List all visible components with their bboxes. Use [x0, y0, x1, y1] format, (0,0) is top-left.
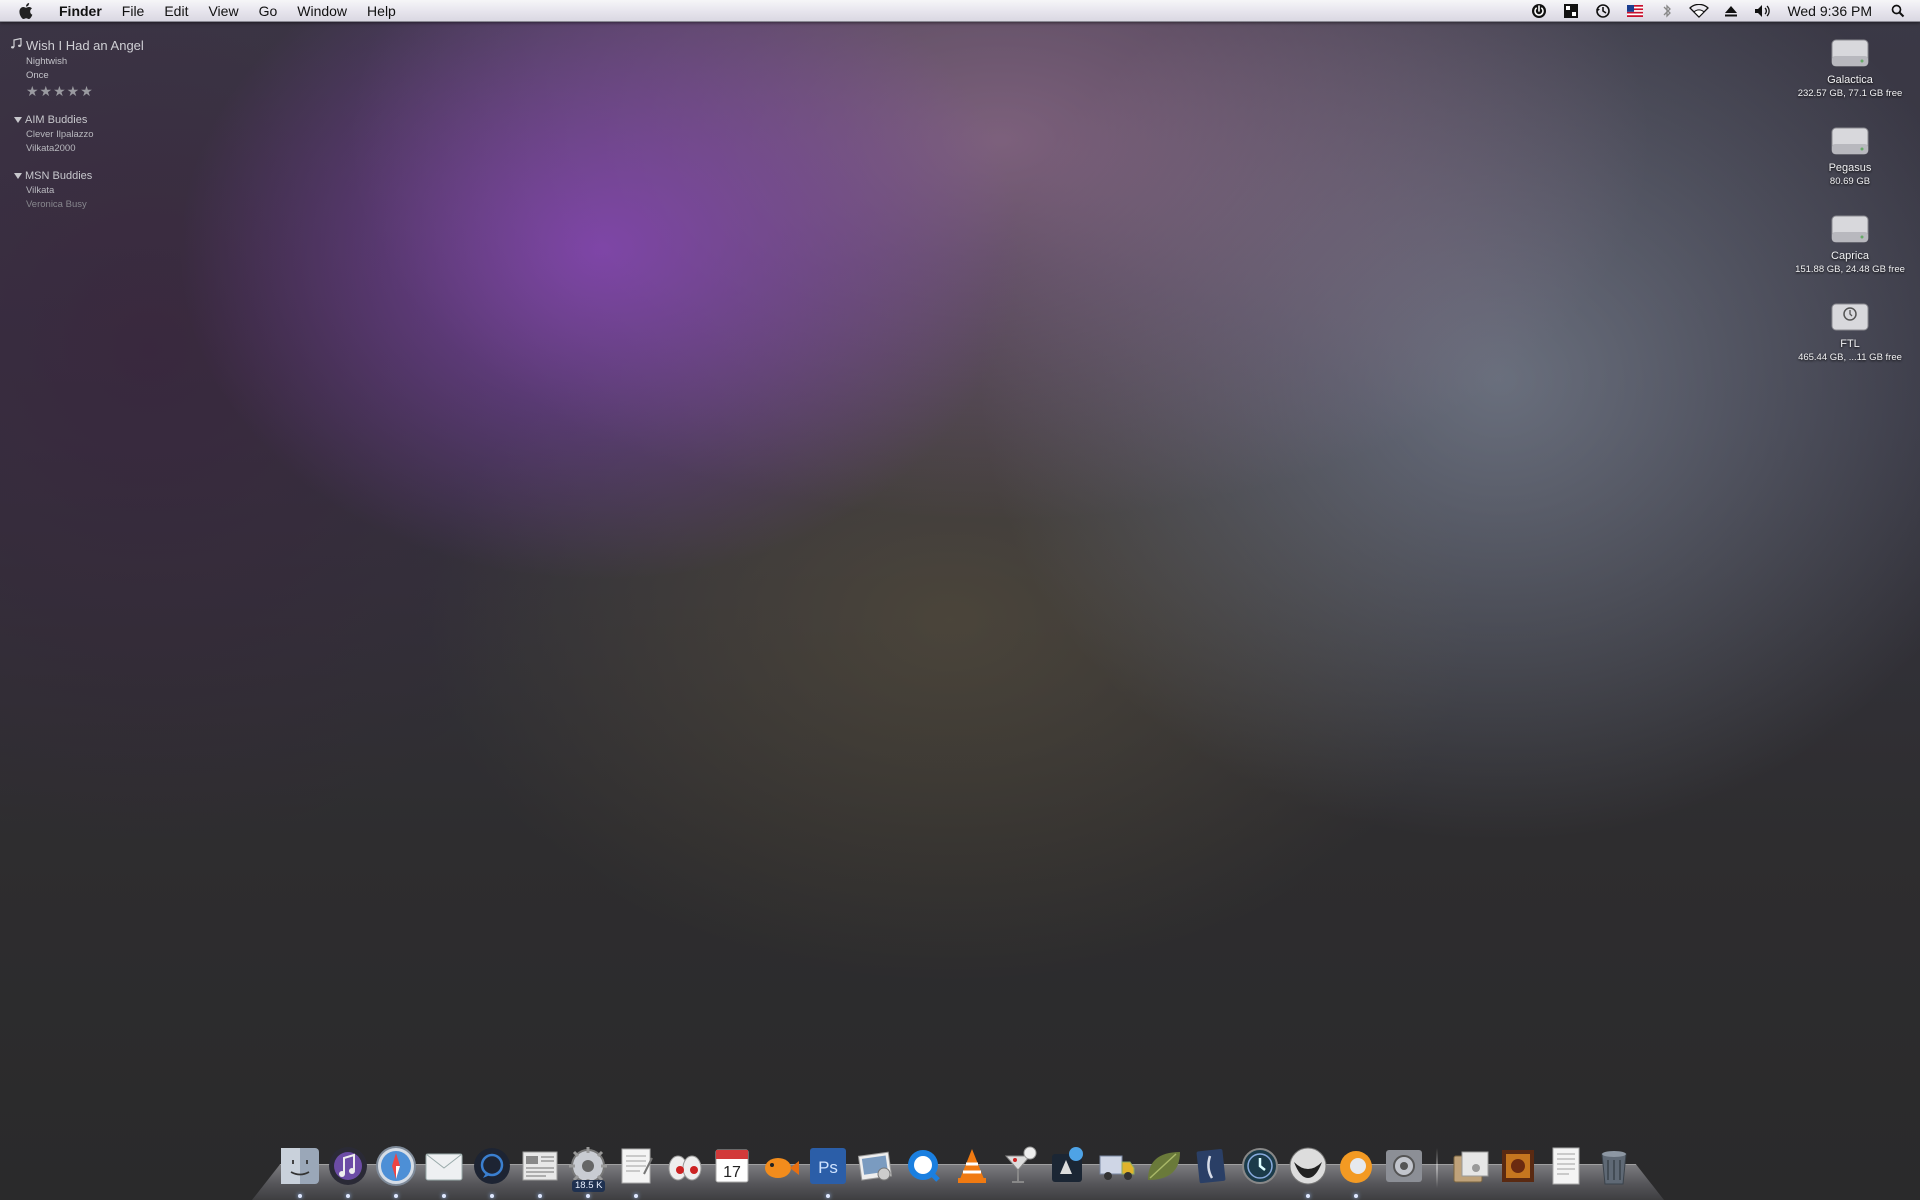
finder-icon[interactable] — [278, 1144, 322, 1198]
running-indicator — [394, 1194, 398, 1198]
downloads-stack-icon[interactable] — [1496, 1144, 1540, 1188]
disclosure-triangle-icon[interactable] — [14, 173, 22, 179]
buddy-item[interactable]: Clever Ilpalazzo — [26, 129, 94, 140]
textedit-icon[interactable] — [614, 1144, 658, 1198]
buddy-item[interactable]: Veronica Busy — [26, 199, 92, 210]
applications-stack-icon[interactable] — [1448, 1144, 1492, 1188]
hard-drive-icon[interactable] — [1829, 124, 1871, 160]
power-icon[interactable] — [1529, 2, 1549, 20]
ical-icon[interactable]: 17 — [710, 1144, 754, 1188]
drive-galactica[interactable]: Galactica 232.57 GB, 77.1 GB free — [1790, 36, 1910, 99]
track-title: Wish I Had an Angel — [26, 38, 144, 53]
drive-pegasus[interactable]: Pegasus 80.69 GB — [1790, 124, 1910, 187]
photoshop-icon[interactable]: Ps — [806, 1144, 850, 1198]
msn-group-header[interactable]: MSN Buddies — [14, 170, 92, 182]
safari-icon[interactable] — [374, 1144, 418, 1198]
bluetooth-icon[interactable] — [1657, 2, 1677, 20]
system-preferences-icon[interactable] — [1382, 1144, 1426, 1188]
drive-name: Pegasus — [1828, 162, 1872, 174]
msn-group-label: MSN Buddies — [25, 170, 93, 182]
running-indicator — [1306, 1194, 1310, 1198]
iphoto-icon[interactable] — [854, 1144, 898, 1188]
drive-info: 80.69 GB — [1829, 176, 1871, 187]
dock: 18.5 K 17 Ps — [278, 1138, 1640, 1198]
apple-menu-icon[interactable] — [17, 1, 37, 21]
photoshop-label: Ps — [818, 1158, 838, 1177]
transmit-truck-icon[interactable] — [1094, 1144, 1138, 1188]
buddy-item[interactable]: Vilkata — [26, 185, 92, 196]
quicktime-icon[interactable] — [902, 1144, 946, 1188]
itunes-icon[interactable] — [326, 1144, 370, 1198]
music-note-icon — [10, 37, 22, 53]
menu-go[interactable]: Go — [249, 0, 288, 22]
menu-help[interactable]: Help — [357, 0, 406, 22]
time-machine-drive-icon[interactable] — [1829, 300, 1871, 336]
torrent-gear-icon[interactable]: 18.5 K — [566, 1144, 610, 1198]
newsreader-icon[interactable] — [518, 1144, 562, 1198]
running-indicator — [442, 1194, 446, 1198]
drive-info: 232.57 GB, 77.1 GB free — [1797, 88, 1903, 99]
dock-separator — [1436, 1148, 1438, 1188]
hard-drive-icon[interactable] — [1829, 212, 1871, 248]
leaf-icon[interactable] — [1142, 1144, 1186, 1188]
dictionary-icon[interactable] — [1190, 1144, 1234, 1188]
aim-group-header[interactable]: AIM Buddies — [14, 114, 94, 126]
buddy-item[interactable]: Vilkata2000 — [26, 143, 94, 154]
track-artist: Nightwish — [26, 56, 68, 67]
track-album: Once — [26, 70, 49, 81]
trash-icon[interactable] — [1592, 1144, 1636, 1188]
aim-buddy-list: AIM Buddies Clever Ilpalazzo Vilkata2000 — [14, 114, 94, 154]
drive-name: FTL — [1840, 338, 1860, 350]
eyes-icon[interactable] — [662, 1144, 706, 1188]
spaces-icon[interactable] — [1561, 2, 1581, 20]
ichat-icon[interactable] — [470, 1144, 514, 1198]
running-indicator — [586, 1194, 590, 1198]
menu-edit[interactable]: Edit — [154, 0, 198, 22]
menu-clock[interactable]: Wed 9:36 PM — [1787, 3, 1872, 19]
hard-drive-icon[interactable] — [1829, 36, 1871, 72]
mail-icon[interactable] — [422, 1144, 466, 1198]
drive-name: Galactica — [1827, 74, 1873, 86]
time-machine-icon[interactable] — [1238, 1144, 1282, 1188]
running-indicator — [538, 1194, 542, 1198]
drive-caprica[interactable]: Caprica 151.88 GB, 24.48 GB free — [1790, 212, 1910, 275]
track-rating[interactable]: ★★★★★ — [26, 83, 144, 100]
drive-info: 465.44 GB, ...11 GB free — [1798, 352, 1902, 363]
menu-finder[interactable]: Finder — [51, 0, 112, 22]
documents-stack-icon[interactable] — [1544, 1144, 1588, 1188]
cocktail-icon[interactable] — [998, 1144, 1042, 1188]
disclosure-triangle-icon[interactable] — [14, 117, 22, 123]
aim-group-label: AIM Buddies — [25, 114, 88, 126]
drive-name: Caprica — [1831, 250, 1869, 262]
running-indicator — [490, 1194, 494, 1198]
spotlight-search-icon[interactable] — [1888, 2, 1908, 20]
growl-icon[interactable] — [1046, 1144, 1090, 1188]
calendar-day: 17 — [723, 1164, 741, 1181]
menu-file[interactable]: File — [112, 0, 155, 22]
goldfish-icon[interactable] — [758, 1144, 802, 1188]
running-indicator — [346, 1194, 350, 1198]
firefox-icon[interactable] — [1334, 1144, 1378, 1198]
wifi-icon[interactable] — [1689, 2, 1710, 20]
running-indicator — [634, 1194, 638, 1198]
drive-info: 151.88 GB, 24.48 GB free — [1795, 264, 1905, 275]
running-indicator — [298, 1194, 302, 1198]
menu-bar: Finder File Edit View Go Window Help Wed… — [0, 0, 1920, 22]
volume-icon[interactable] — [1753, 2, 1773, 20]
msn-buddy-list: MSN Buddies Vilkata Veronica Busy — [14, 170, 92, 210]
now-playing-widget: Wish I Had an Angel Nightwish Once ★★★★★ — [10, 37, 144, 100]
menu-window[interactable]: Window — [287, 0, 357, 22]
download-speed-badge: 18.5 K — [572, 1180, 606, 1192]
running-indicator — [826, 1194, 830, 1198]
us-flag-icon[interactable] — [1625, 2, 1645, 20]
eject-icon[interactable] — [1721, 2, 1741, 20]
vlc-icon[interactable] — [950, 1144, 994, 1188]
time-machine-icon[interactable] — [1593, 2, 1613, 20]
camino-icon[interactable] — [1286, 1144, 1330, 1198]
running-indicator — [1354, 1194, 1358, 1198]
drive-ftl[interactable]: FTL 465.44 GB, ...11 GB free — [1790, 300, 1910, 363]
menu-view[interactable]: View — [198, 0, 248, 22]
